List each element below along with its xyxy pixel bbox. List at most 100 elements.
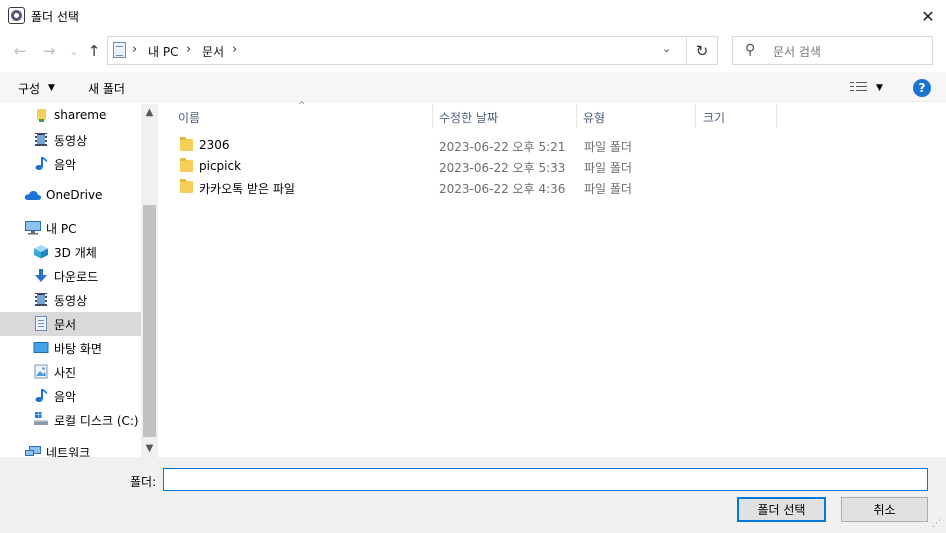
- app-icon: [8, 7, 25, 24]
- folder-icon: [180, 179, 193, 193]
- sidebar-scrollbar[interactable]: ▲ ▼: [141, 104, 158, 457]
- sidebar-item-this-pc[interactable]: 내 PC: [0, 216, 141, 240]
- sidebar-item-label: 동영상: [54, 294, 88, 308]
- folder-icon: [180, 137, 193, 151]
- breadcrumb-this-pc[interactable]: 내 PC: [148, 43, 178, 60]
- sidebar-item-label: 문서: [54, 318, 77, 332]
- sidebar-item-label: 음악: [54, 390, 77, 404]
- back-button[interactable]: ←: [9, 40, 31, 62]
- sidebar-item-videos[interactable]: 동영상: [0, 128, 141, 152]
- close-button[interactable]: ✕: [910, 0, 946, 32]
- column-header-size[interactable]: 크기: [703, 108, 725, 132]
- column-header-date-modified[interactable]: 수정한 날짜: [439, 108, 498, 132]
- documents-icon: [113, 42, 126, 58]
- sidebar-item-3d-objects[interactable]: 3D 개체: [0, 240, 141, 264]
- search-icon: ⚲: [745, 42, 756, 58]
- sidebar-item-music-2[interactable]: 음악: [0, 384, 141, 408]
- folder-icon: [180, 158, 193, 172]
- select-folder-button[interactable]: 폴더 선택: [737, 497, 826, 522]
- file-type: 파일 폴더: [584, 140, 632, 154]
- organize-button[interactable]: 구성: [18, 80, 40, 97]
- film-icon: [34, 132, 48, 147]
- file-date: 2023-06-22 오후 5:21: [439, 140, 566, 154]
- sidebar-item-label: 로컬 디스크 (C:): [54, 414, 139, 428]
- sidebar-item-label: 동영상: [54, 134, 88, 148]
- up-button[interactable]: ↑: [83, 40, 105, 62]
- drive-icon: [33, 412, 49, 427]
- sidebar-item-label: 사진: [54, 366, 77, 380]
- cancel-button[interactable]: 취소: [841, 497, 928, 522]
- caret-down-icon[interactable]: ▼: [876, 83, 883, 93]
- scroll-down-icon[interactable]: ▼: [141, 440, 158, 457]
- breadcrumb-separator[interactable]: ›: [232, 42, 237, 57]
- column-divider[interactable]: [576, 104, 577, 128]
- file-name: picpick: [199, 159, 242, 173]
- column-divider[interactable]: [695, 104, 696, 128]
- network-icon: [24, 444, 42, 457]
- cube-icon: [33, 244, 49, 259]
- film-icon: [34, 292, 48, 307]
- sidebar-item-desktop[interactable]: 바탕 화면: [0, 336, 141, 360]
- music-note-icon: [34, 388, 48, 403]
- sidebar-item-label: 네트워크: [46, 446, 91, 457]
- table-row[interactable]: 카카오톡 받은 파일 2023-06-22 오후 4:36 파일 폴더: [180, 177, 940, 198]
- sidebar-item-pictures[interactable]: 사진: [0, 360, 141, 384]
- sidebar-item-label: OneDrive: [46, 188, 103, 202]
- scroll-up-icon[interactable]: ▲: [141, 104, 158, 121]
- folder-icon: [35, 108, 49, 123]
- sidebar-item-label: 내 PC: [46, 222, 77, 236]
- navigation-pane: shareme 동영상 음악 OneDrive 내 PC 3D 개체 다운로드 …: [0, 104, 158, 457]
- breadcrumb-separator[interactable]: ›: [186, 42, 191, 57]
- file-list: ^ 이름 수정한 날짜 유형 크기 2306 2023-06-22 오후 5:2…: [158, 101, 946, 457]
- scroll-thumb[interactable]: [143, 205, 156, 437]
- folder-label: 폴더:: [130, 475, 157, 489]
- sidebar-item-network[interactable]: 네트워크: [0, 440, 141, 457]
- sidebar-item-label: shareme: [54, 108, 107, 122]
- file-type: 파일 폴더: [584, 182, 632, 196]
- search-input[interactable]: ⚲ 문서 검색: [732, 36, 933, 65]
- file-name: 카카오톡 받은 파일: [199, 182, 295, 196]
- column-divider[interactable]: [776, 104, 777, 128]
- caret-down-icon[interactable]: ▼: [48, 83, 55, 93]
- refresh-button[interactable]: ↻: [687, 36, 718, 65]
- sidebar-item-downloads[interactable]: 다운로드: [0, 264, 141, 288]
- bottom-panel: 폴더: 폴더 선택 취소 ⋰: [0, 457, 946, 533]
- sidebar-item-label: 다운로드: [54, 270, 99, 284]
- chevron-down-icon[interactable]: ⌄: [662, 42, 671, 55]
- column-header-name[interactable]: 이름: [178, 108, 200, 132]
- toolbar: 구성 ▼ 새 폴더 ▼: [0, 72, 946, 102]
- document-icon: [34, 316, 48, 331]
- breadcrumb-separator[interactable]: ›: [132, 42, 137, 57]
- file-type: 파일 폴더: [584, 161, 632, 175]
- sort-ascending-icon: ^: [298, 101, 306, 111]
- title-bar: 폴더 선택 ✕: [0, 0, 946, 32]
- address-bar[interactable]: › 내 PC › 문서 › ⌄: [107, 36, 687, 65]
- folder-name-input[interactable]: [163, 468, 928, 491]
- new-folder-button[interactable]: 새 폴더: [88, 80, 125, 97]
- sidebar-item-onedrive[interactable]: OneDrive: [0, 184, 141, 208]
- sidebar-item-label: 3D 개체: [54, 246, 97, 260]
- sidebar-item-label: 바탕 화면: [54, 342, 102, 356]
- sidebar-item-shareme[interactable]: shareme: [0, 104, 141, 128]
- sidebar-item-music[interactable]: 음악: [0, 152, 141, 176]
- recent-locations-button[interactable]: ⌄: [63, 40, 85, 62]
- help-icon[interactable]: ?: [913, 79, 931, 97]
- download-arrow-icon: [34, 268, 48, 283]
- music-note-icon: [34, 156, 48, 171]
- view-details-icon[interactable]: [850, 81, 867, 94]
- table-row[interactable]: picpick 2023-06-22 오후 5:33 파일 폴더: [180, 156, 940, 177]
- sidebar-item-local-disk[interactable]: 로컬 디스크 (C:): [0, 408, 141, 432]
- resize-grip-icon[interactable]: ⋰: [932, 519, 941, 529]
- table-row[interactable]: 2306 2023-06-22 오후 5:21 파일 폴더: [180, 135, 940, 156]
- sidebar-item-label: 음악: [54, 158, 77, 172]
- file-date: 2023-06-22 오후 4:36: [439, 182, 566, 196]
- breadcrumb-documents[interactable]: 문서: [202, 43, 224, 60]
- sidebar-item-documents[interactable]: 문서: [0, 312, 141, 336]
- forward-button[interactable]: →: [38, 40, 60, 62]
- column-header-type[interactable]: 유형: [583, 108, 605, 132]
- computer-icon: [24, 220, 42, 235]
- sidebar-item-videos-2[interactable]: 동영상: [0, 288, 141, 312]
- column-divider[interactable]: [432, 104, 433, 128]
- search-placeholder: 문서 검색: [773, 45, 821, 59]
- picture-icon: [34, 364, 48, 379]
